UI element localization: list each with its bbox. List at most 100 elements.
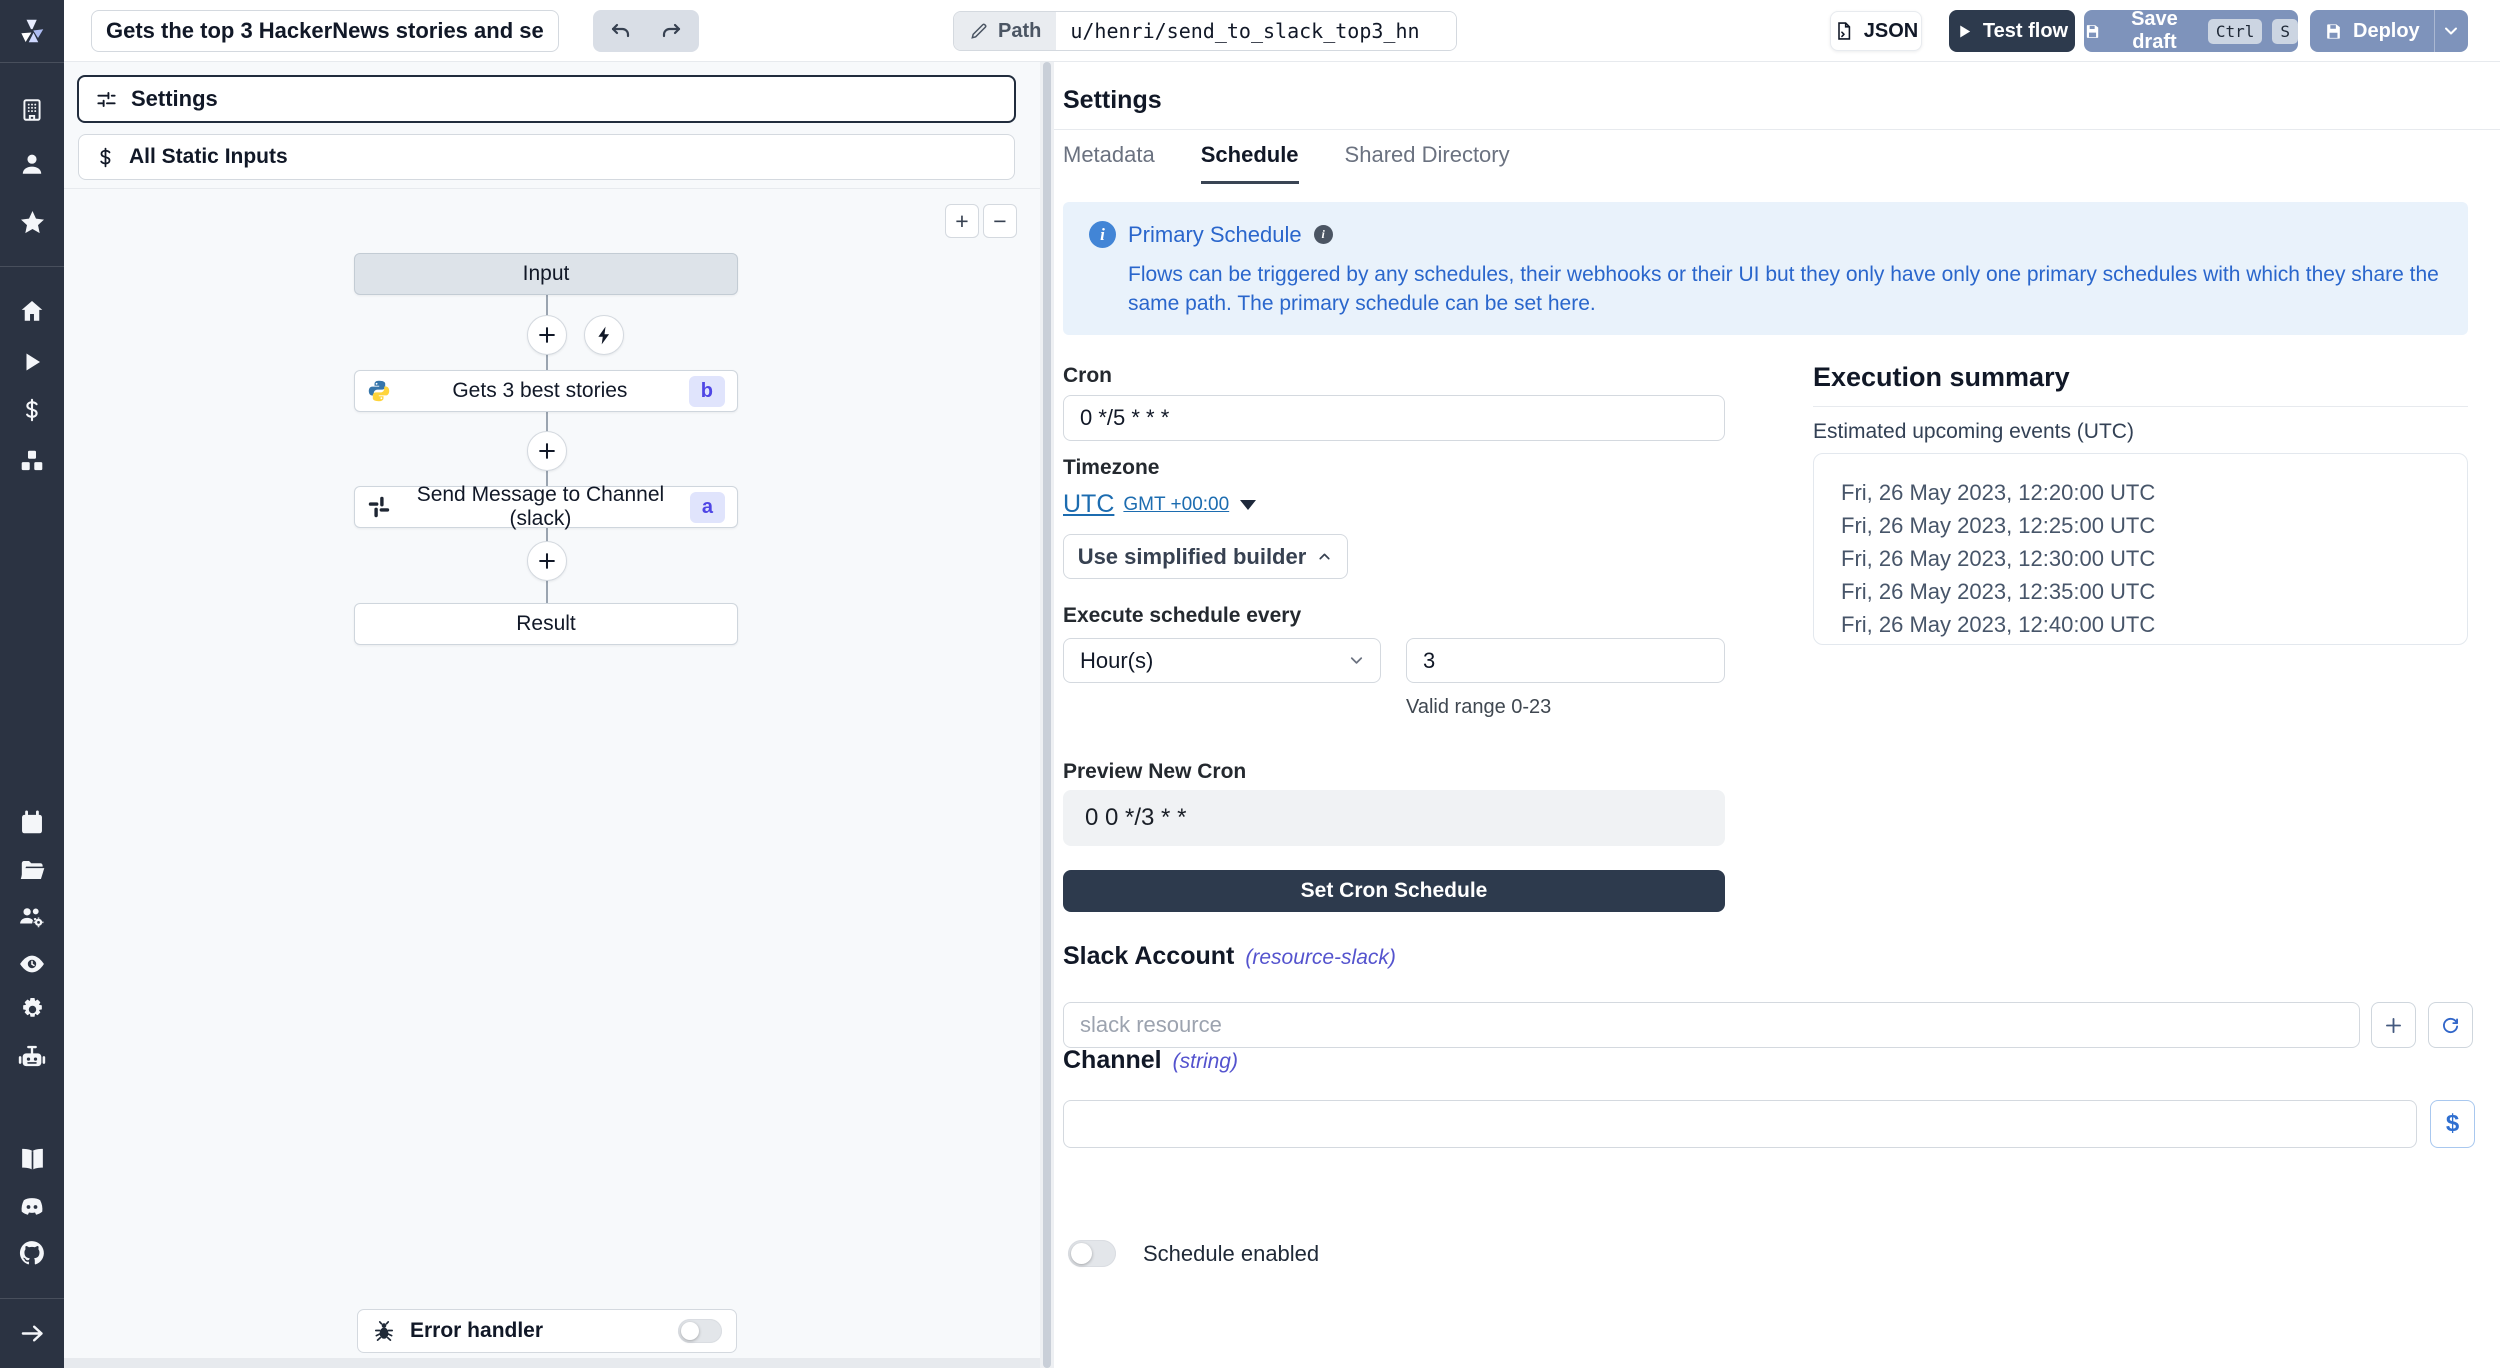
path-label: Path (954, 12, 1056, 50)
save-icon (2324, 22, 2343, 41)
save-draft-button[interactable]: Save draft CtrlS (2084, 10, 2298, 52)
boxes-icon[interactable] (0, 441, 64, 481)
add-trigger-button[interactable] (584, 315, 624, 355)
flow-settings-row[interactable]: Settings (77, 75, 1016, 123)
all-static-inputs-label: All Static Inputs (129, 145, 288, 169)
zoom-in-button[interactable]: + (945, 204, 979, 238)
step-node-a[interactable]: Send Message to Channel (slack) a (354, 486, 738, 528)
slack-icon (367, 495, 391, 519)
discord-icon[interactable] (0, 1187, 64, 1227)
result-node[interactable]: Result (354, 603, 738, 645)
event-item: Fri, 26 May 2023, 12:40:00 UTC (1841, 608, 2467, 641)
add-resource-button[interactable] (2371, 1002, 2416, 1048)
step-node-a-label: Send Message to Channel (slack) (391, 483, 690, 531)
deploy-button-group: Deploy (2310, 10, 2468, 52)
flow-settings-label: Settings (131, 86, 218, 112)
timezone-select[interactable]: UTC GMT +00:00 (1063, 490, 1256, 519)
deploy-button[interactable]: Deploy (2310, 10, 2434, 52)
panel-separator (1054, 129, 2500, 130)
arrow-right-icon[interactable] (0, 1313, 64, 1353)
tab-schedule[interactable]: Schedule (1201, 142, 1299, 184)
tab-metadata[interactable]: Metadata (1063, 142, 1155, 184)
undo-button[interactable] (598, 13, 644, 49)
infobox-title: Primary Schedule (1128, 222, 1302, 248)
calendar-icon[interactable] (0, 803, 64, 843)
plus-icon (536, 550, 558, 572)
flow-title-input[interactable] (91, 10, 559, 52)
plus-icon (536, 324, 558, 346)
upcoming-events-box: Fri, 26 May 2023, 12:20:00 UTC Fri, 26 M… (1813, 453, 2468, 645)
windmill-logo-icon[interactable] (0, 0, 64, 62)
primary-schedule-infobox: i Primary Schedule i Flows can be trigge… (1063, 202, 2468, 335)
content: Settings All Static Inputs + − Input (64, 62, 2500, 1368)
file-json-icon (1834, 21, 1854, 41)
robot-icon[interactable] (0, 1038, 64, 1078)
horizontal-scrollbar[interactable] (64, 1358, 1040, 1368)
simplified-builder-label: Use simplified builder (1078, 544, 1307, 570)
schedule-enabled-toggle[interactable] (1068, 1240, 1116, 1267)
refresh-icon (2440, 1015, 2461, 1036)
step-node-b[interactable]: Gets 3 best stories b (354, 370, 738, 412)
add-step-button[interactable] (527, 541, 567, 581)
home-icon[interactable] (0, 291, 64, 331)
test-flow-button[interactable]: Test flow (1949, 10, 2075, 52)
infobox-body: Flows can be triggered by any schedules,… (1128, 260, 2442, 318)
event-item: Fri, 26 May 2023, 12:30:00 UTC (1841, 542, 2467, 575)
caret-down-icon (1240, 500, 1256, 510)
timezone-zone: UTC (1063, 490, 1114, 519)
book-icon[interactable] (0, 1139, 64, 1179)
pencil-icon (969, 21, 989, 41)
github-icon[interactable] (0, 1233, 64, 1273)
bug-icon (372, 1319, 396, 1343)
slack-resource-input[interactable] (1063, 1002, 2360, 1048)
gear-icon[interactable] (0, 989, 64, 1029)
user-icon[interactable] (0, 144, 64, 184)
all-static-inputs-row[interactable]: All Static Inputs (78, 134, 1015, 180)
lightning-icon (594, 325, 615, 346)
interval-value-input[interactable] (1406, 638, 1725, 683)
interval-unit-value: Hour(s) (1080, 648, 1153, 674)
error-handler-row[interactable]: Error handler (357, 1309, 737, 1353)
chevron-down-icon (1347, 651, 1366, 670)
eye-icon[interactable] (0, 944, 64, 984)
json-button[interactable]: JSON (1830, 11, 1922, 51)
set-cron-schedule-button[interactable]: Set Cron Schedule (1063, 870, 1725, 912)
simplified-builder-toggle[interactable]: Use simplified builder (1063, 534, 1348, 579)
error-handler-toggle[interactable] (678, 1319, 722, 1343)
users-gear-icon[interactable] (0, 897, 64, 937)
execution-summary-subtitle: Estimated upcoming events (UTC) (1813, 420, 2134, 444)
slack-account-label: Slack Account (resource-slack) (1063, 942, 1396, 971)
deploy-dropdown-button[interactable] (2434, 10, 2468, 52)
tab-shared-directory[interactable]: Shared Directory (1345, 142, 1510, 184)
insert-variable-button[interactable]: $ (2430, 1100, 2475, 1148)
panel-resize-scrollbar[interactable] (1040, 62, 1054, 1368)
preview-cron-value: 0 0 */3 * * (1063, 790, 1725, 846)
input-node[interactable]: Input (354, 253, 738, 295)
add-step-button[interactable] (527, 431, 567, 471)
settings-panel: Settings Metadata Schedule Shared Direct… (1054, 62, 2500, 1368)
folder-open-icon[interactable] (0, 850, 64, 890)
kbd-ctrl: Ctrl (2208, 19, 2263, 44)
schedule-enabled-label: Schedule enabled (1143, 1241, 1319, 1267)
dollar-sign-icon[interactable] (0, 390, 64, 430)
zoom-out-button[interactable]: − (983, 204, 1017, 238)
app-window: Path JSON Test flow Save draft CtrlS (0, 0, 2500, 1368)
interval-unit-select[interactable]: Hour(s) (1063, 638, 1381, 683)
event-item: Fri, 26 May 2023, 12:20:00 UTC (1841, 476, 2467, 509)
step-node-b-label: Gets 3 best stories (391, 379, 689, 403)
step-id-badge: b (689, 376, 725, 407)
info-icon[interactable]: i (1314, 225, 1333, 244)
path-input[interactable] (1056, 12, 1456, 50)
settings-panel-title: Settings (1063, 86, 1162, 115)
cron-input[interactable] (1063, 395, 1725, 441)
redo-button[interactable] (648, 13, 694, 49)
star-icon[interactable] (0, 202, 64, 242)
refresh-button[interactable] (2428, 1002, 2473, 1048)
add-step-button[interactable] (527, 315, 567, 355)
building-icon[interactable] (0, 90, 64, 130)
play-icon[interactable] (0, 342, 64, 382)
save-icon (2084, 22, 2101, 41)
sidebar-divider (0, 266, 64, 267)
channel-input[interactable] (1063, 1100, 2417, 1148)
plus-icon (536, 440, 558, 462)
